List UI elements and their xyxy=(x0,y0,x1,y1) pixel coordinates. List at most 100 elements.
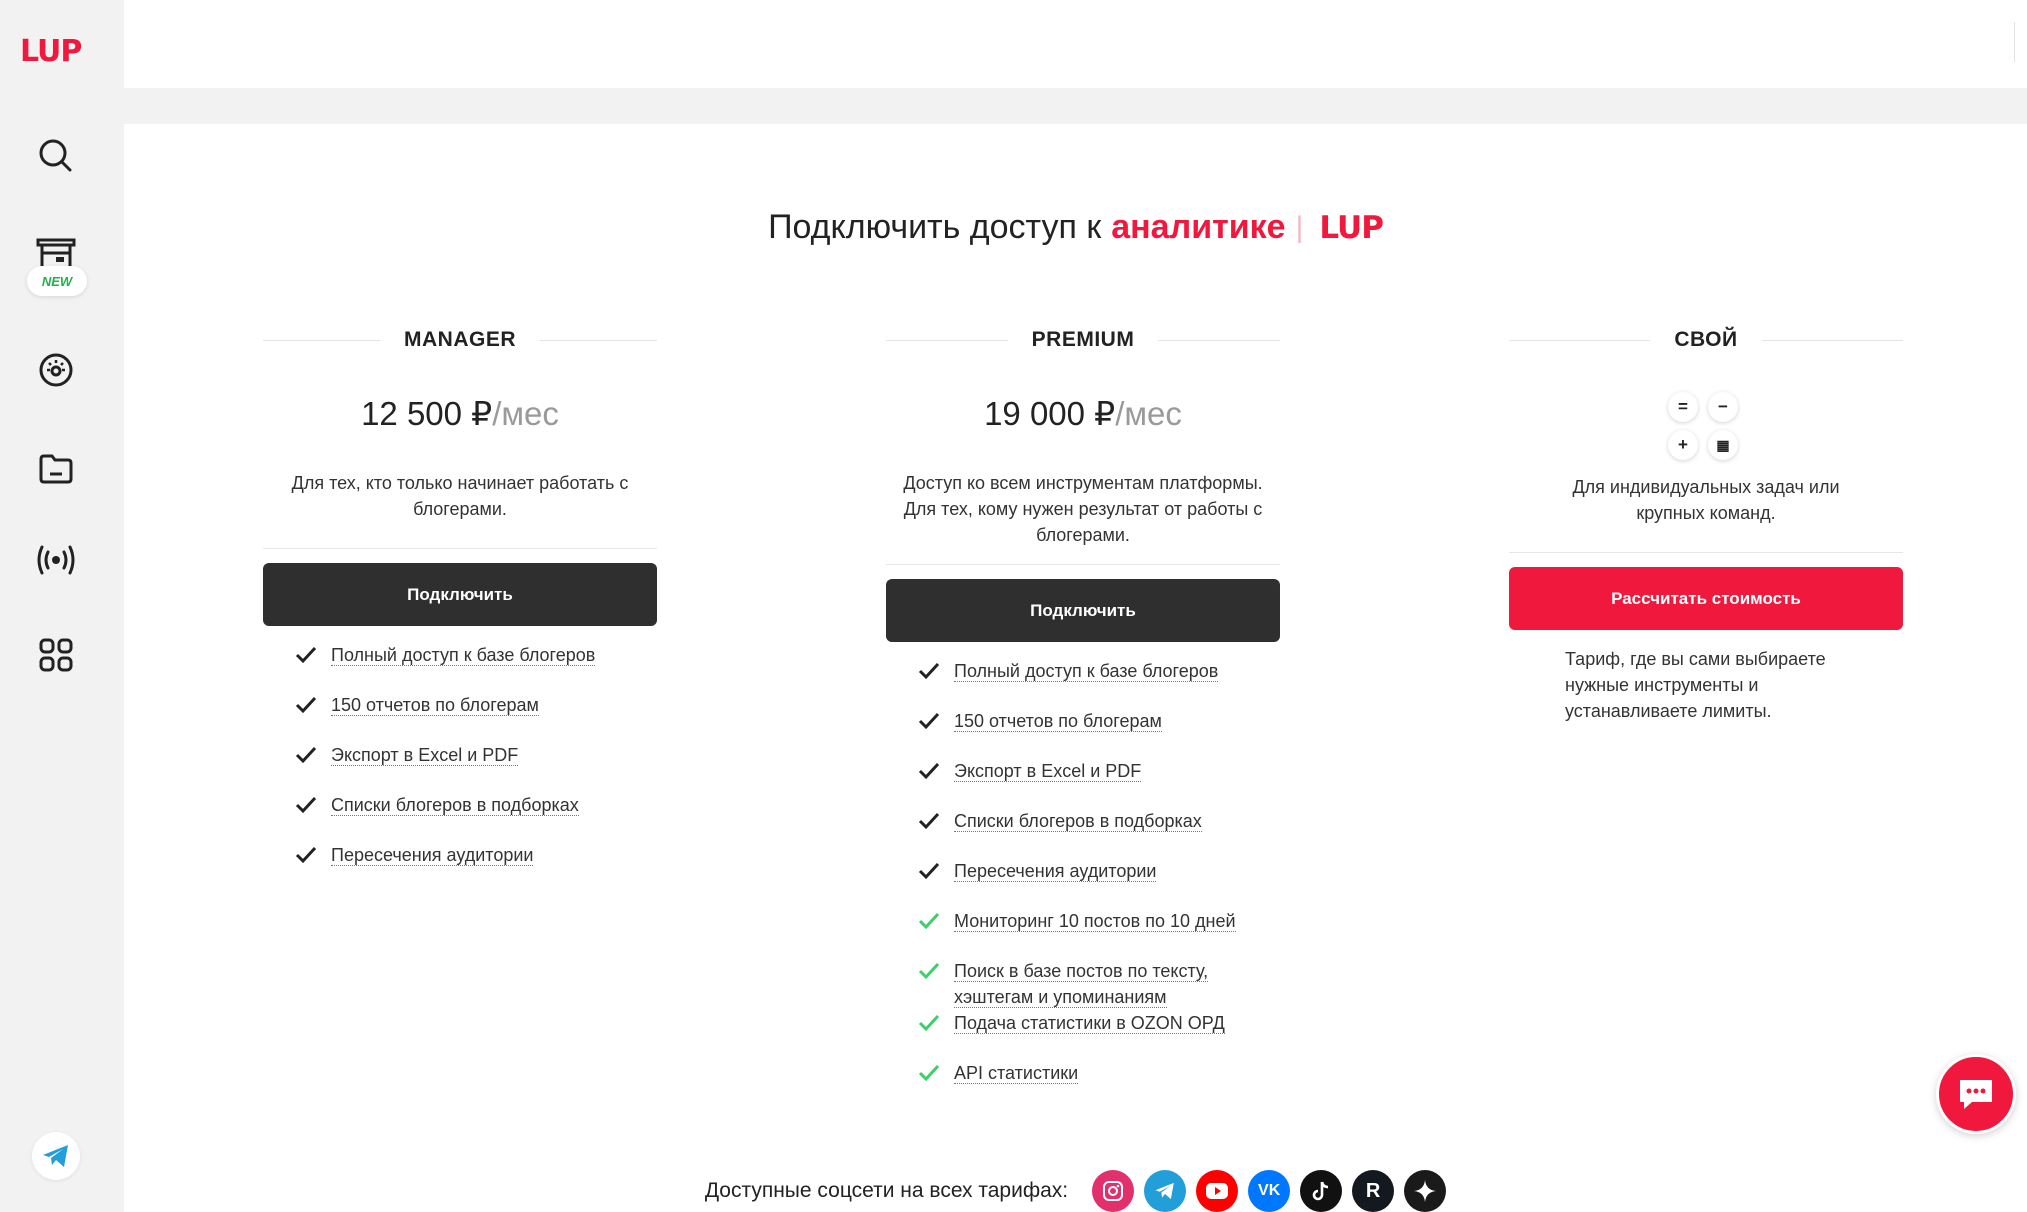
feature-label[interactable]: Экспорт в Excel и PDF xyxy=(331,745,519,766)
checkmark-icon xyxy=(918,762,940,780)
checkmark-icon xyxy=(918,912,940,930)
instagram-icon xyxy=(1092,1170,1135,1212)
new-badge: NEW xyxy=(27,266,87,296)
feature-item: Подача статистики в OZON ОРД xyxy=(886,1010,1280,1060)
feature-label[interactable]: Полный доступ к базе блогеров xyxy=(331,645,596,666)
feature-text[interactable]: Списки блогеров в подборках xyxy=(954,808,1202,834)
title-separator: | xyxy=(1295,210,1304,244)
youtube-icon xyxy=(1196,1170,1239,1212)
feature-text[interactable]: Полный доступ к базе блогеров xyxy=(954,658,1219,684)
feature-label[interactable]: Мониторинг 10 постов по 10 дней xyxy=(954,911,1236,932)
price-period: /мес xyxy=(1115,395,1182,432)
plan-header: СВОЙ xyxy=(1509,314,1903,366)
checkmark-icon xyxy=(295,696,317,714)
checkmark-icon xyxy=(295,846,317,864)
feature-text[interactable]: Пересечения аудитории xyxy=(954,858,1157,884)
feature-text[interactable]: Полный доступ к базе блогеров xyxy=(331,642,596,668)
feature-label[interactable]: Списки блогеров в подборках xyxy=(954,811,1202,832)
calculator-icons: = − + ▦ xyxy=(1666,392,1746,460)
feature-item: Экспорт в Excel и PDF xyxy=(886,758,1280,808)
connect-button[interactable]: Подключить xyxy=(886,579,1280,642)
feature-item: 150 отчетов по блогерам xyxy=(886,708,1280,758)
checkmark-icon xyxy=(295,646,317,664)
apps-grid-icon[interactable] xyxy=(34,633,78,677)
plan-card-premium: PREMIUM 19 000 ₽/мес Доступ ко всем инст… xyxy=(886,314,1281,1110)
feature-item: Списки блогеров в подборках xyxy=(886,808,1280,858)
feature-text[interactable]: Поиск в базе постов по тексту, хэштегам … xyxy=(954,958,1280,1010)
chat-bubble-icon xyxy=(1960,1080,1992,1109)
title-prefix: Подключить доступ к xyxy=(768,208,1102,246)
feature-label[interactable]: Поиск в базе постов по тексту, хэштегам … xyxy=(954,961,1209,1008)
page-title: Подключить доступ к аналитике | LUP xyxy=(124,208,2027,247)
feature-label[interactable]: Экспорт в Excel и PDF xyxy=(954,761,1142,782)
feature-item: Пересечения аудитории xyxy=(886,858,1280,908)
analytics-dial-icon[interactable] xyxy=(34,348,78,392)
plan-card-manager: MANAGER 12 500 ₽/мес Для тех, кто только… xyxy=(263,314,657,892)
feature-label[interactable]: Полный доступ к базе блогеров xyxy=(954,661,1219,682)
plan-description: Доступ ко всем инструментам платформы. Д… xyxy=(903,473,1263,545)
checkmark-icon xyxy=(918,662,940,680)
feature-label[interactable]: Подача статистики в OZON ОРД xyxy=(954,1013,1225,1034)
feature-text[interactable]: Мониторинг 10 постов по 10 дней xyxy=(954,908,1236,934)
checkmark-icon xyxy=(918,862,940,880)
checkmark-icon xyxy=(918,812,940,830)
dzen-icon xyxy=(1404,1170,1447,1212)
checkmark-icon xyxy=(295,746,317,764)
social-networks-row: Доступные соцсети на всех тарифах: VK R xyxy=(124,1170,2027,1212)
checkmark-icon xyxy=(295,796,317,814)
logo[interactable]: LUP xyxy=(20,34,82,69)
checkmark-icon xyxy=(918,962,940,980)
plan-name: PREMIUM xyxy=(1031,328,1135,351)
telegram-icon[interactable] xyxy=(32,1132,80,1180)
feature-item: Поиск в базе постов по тексту, хэштегам … xyxy=(886,958,1280,1010)
feature-text[interactable]: Списки блогеров в подборках xyxy=(331,792,579,818)
checkmark-icon xyxy=(918,1014,940,1032)
feature-label[interactable]: Пересечения аудитории xyxy=(331,845,534,866)
feature-text[interactable]: Экспорт в Excel и PDF xyxy=(331,742,519,768)
feature-text[interactable]: Экспорт в Excel и PDF xyxy=(954,758,1142,784)
title-logo: LUP xyxy=(1319,209,1384,246)
feature-text[interactable]: 150 отчетов по блогерам xyxy=(954,708,1162,734)
sidebar: LUP NEW xyxy=(0,0,124,1212)
broadcast-icon[interactable] xyxy=(34,538,78,582)
tiktok-icon xyxy=(1300,1170,1343,1212)
plan-description: Для тех, кто только начинает работать с … xyxy=(291,473,629,519)
feature-list: Полный доступ к базе блогеров 150 отчетов… xyxy=(886,658,1280,1110)
plan-name: СВОЙ xyxy=(1674,328,1738,351)
feature-item: Полный доступ к базе блогеров xyxy=(886,658,1280,708)
equals-icon: = xyxy=(1668,392,1698,422)
minus-icon: − xyxy=(1708,392,1738,422)
feature-text[interactable]: Подача статистики в OZON ОРД xyxy=(954,1010,1225,1036)
socials-label: Доступные соцсети на всех тарифах: xyxy=(704,1179,1069,1202)
rutube-icon: R xyxy=(1352,1170,1395,1212)
calculate-cost-button[interactable]: Рассчитать стоимость xyxy=(1509,567,1903,630)
feature-label[interactable]: 150 отчетов по блогерам xyxy=(331,695,539,716)
checkmark-icon xyxy=(918,1064,940,1082)
price-value: 19 000 ₽ xyxy=(984,395,1116,432)
feature-item: Полный доступ к базе блогеров xyxy=(263,642,657,692)
folder-icon[interactable] xyxy=(34,447,78,491)
price-period: /мес xyxy=(492,395,559,432)
calculator-icon: ▦ xyxy=(1708,430,1738,460)
feature-item: Пересечения аудитории xyxy=(263,842,657,892)
search-icon[interactable] xyxy=(34,134,78,178)
plan-name: MANAGER xyxy=(404,328,516,351)
feature-label[interactable]: Списки блогеров в подборках xyxy=(331,795,579,816)
plan-header: PREMIUM xyxy=(886,314,1281,366)
logo-text: LUP xyxy=(20,34,82,69)
feature-item: 150 отчетов по блогерам xyxy=(263,692,657,742)
plan-price: 19 000 ₽/мес xyxy=(886,394,1280,440)
title-accent: аналитике xyxy=(1111,208,1286,246)
checkmark-icon xyxy=(918,712,940,730)
feature-label[interactable]: API статистики xyxy=(954,1063,1079,1084)
feature-text[interactable]: Пересечения аудитории xyxy=(331,842,534,868)
feature-label[interactable]: Пересечения аудитории xyxy=(954,861,1157,882)
header-divider xyxy=(2014,22,2015,62)
plan-description: Для индивидуальных задач или крупных ком… xyxy=(1572,477,1840,523)
connect-button[interactable]: Подключить xyxy=(263,563,657,626)
feature-label[interactable]: 150 отчетов по блогерам xyxy=(954,711,1162,732)
telegram-icon xyxy=(1144,1170,1187,1212)
chat-button[interactable] xyxy=(1936,1054,2016,1134)
feature-text[interactable]: API статистики xyxy=(954,1060,1079,1086)
feature-text[interactable]: 150 отчетов по блогерам xyxy=(331,692,539,718)
